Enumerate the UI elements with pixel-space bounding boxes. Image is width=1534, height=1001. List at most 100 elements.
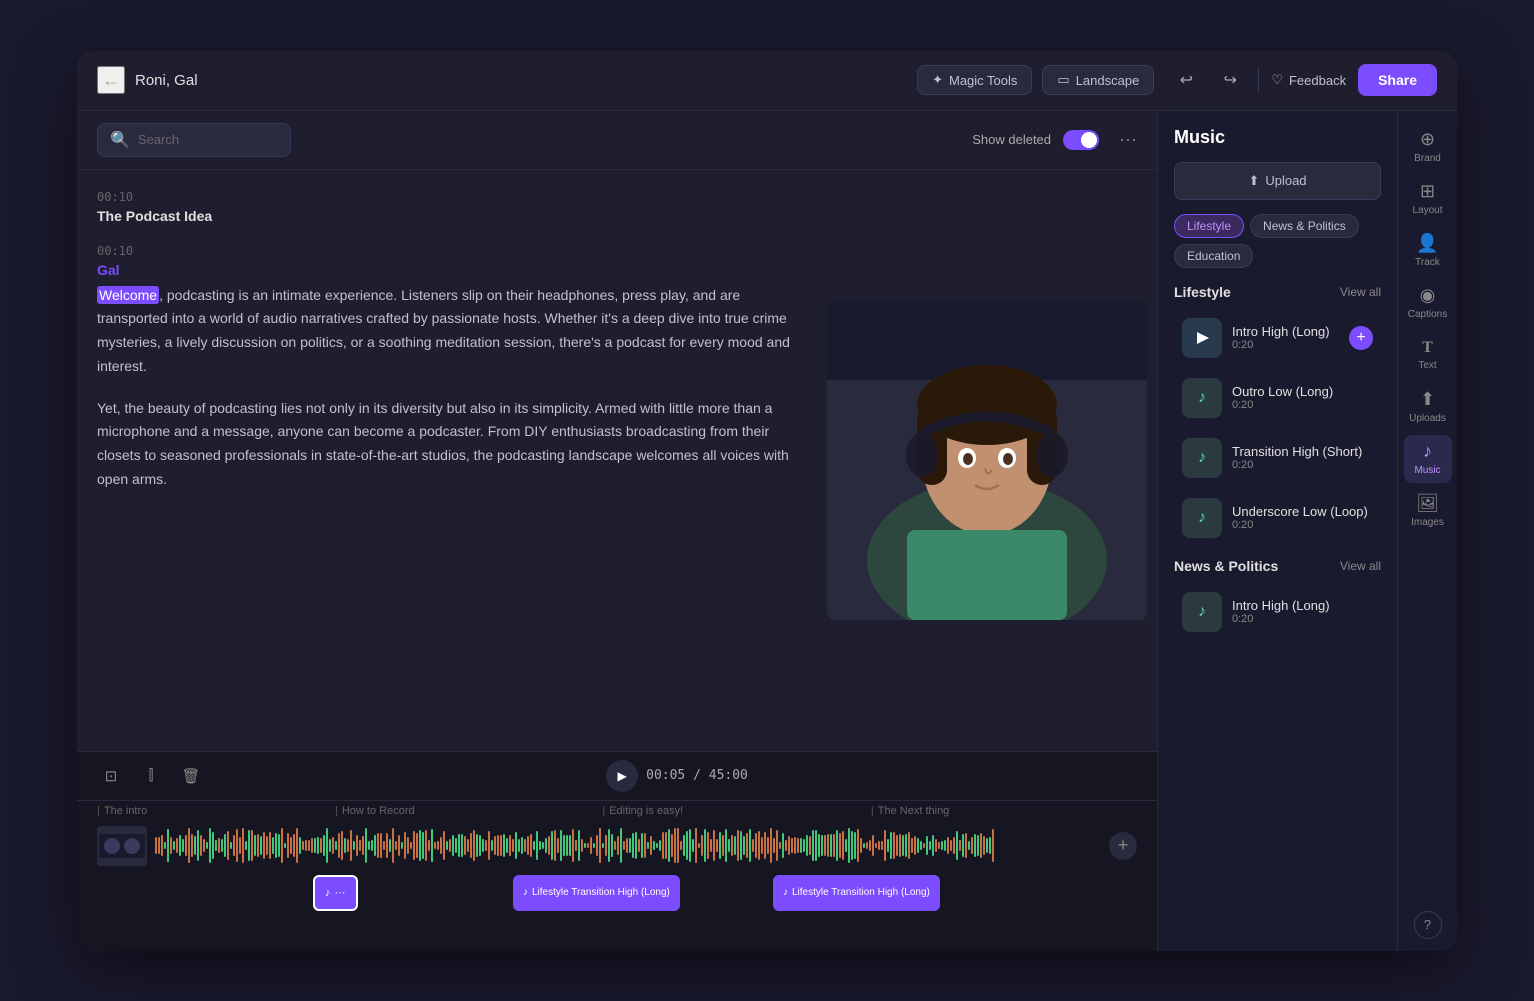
- music-clip-2[interactable]: ♪ Lifestyle Transition High (Long): [773, 875, 940, 911]
- track-name-3: Transition High (Short): [1232, 444, 1373, 459]
- music-label: Music: [1414, 465, 1440, 476]
- highlighted-word: Welcome: [97, 286, 159, 304]
- music-tool[interactable]: ♪ Music: [1404, 435, 1452, 483]
- captions-tool[interactable]: ◉ Captions: [1404, 279, 1452, 327]
- transcript-video-area: 00:10 The Podcast Idea 00:10 Gal Welcome…: [77, 170, 1157, 751]
- app-header: ← Roni, Gal ✦ Magic Tools ▭ Landscape ↩ …: [77, 51, 1457, 111]
- track-name-1: Intro High (Long): [1232, 324, 1339, 339]
- magic-tools-button[interactable]: ✦ Magic Tools: [917, 65, 1032, 95]
- right-sidebar: Music ⬆ Upload Lifestyle News & Politics…: [1157, 111, 1457, 951]
- news-view-all[interactable]: View all: [1340, 559, 1381, 573]
- news-section-title: News & Politics: [1174, 558, 1278, 574]
- share-button[interactable]: Share: [1358, 64, 1437, 96]
- category-lifestyle[interactable]: Lifestyle: [1174, 214, 1244, 238]
- lifestyle-view-all[interactable]: View all: [1340, 285, 1381, 299]
- play-button[interactable]: ▶: [606, 760, 638, 792]
- music-clip-active[interactable]: ♪ ···: [313, 875, 358, 911]
- transcript-body-1: , podcasting is an intimate experience. …: [97, 287, 790, 374]
- project-title: Roni, Gal: [135, 72, 198, 89]
- lifestyle-section-title: Lifestyle: [1174, 284, 1231, 300]
- panel-title: Music: [1174, 127, 1381, 148]
- captions-label: Captions: [1408, 309, 1447, 320]
- waveform-area: + ♪ ··· ♪ Lifestyle Transition: [77, 821, 1157, 951]
- category-tabs: Lifestyle News & Politics Education: [1174, 214, 1381, 268]
- help-button[interactable]: ?: [1414, 911, 1442, 939]
- uploads-label: Uploads: [1409, 413, 1446, 424]
- chapter-item-3: | Editing is easy!: [602, 805, 683, 817]
- track-music-icon-4: ♪: [1182, 498, 1222, 538]
- header-right: ↩ ↪ ♡ Feedback Share: [1170, 64, 1437, 96]
- transcript-text: Welcome, podcasting is an intimate exper…: [97, 284, 797, 379]
- brand-label: Brand: [1414, 153, 1441, 164]
- play-control: ▶ 00:05 / 45:00: [217, 760, 1137, 792]
- category-news-politics[interactable]: News & Politics: [1250, 214, 1359, 238]
- news-track-name-1: Intro High (Long): [1232, 598, 1373, 613]
- news-track-item-1[interactable]: ♪ Intro High (Long) 0:20: [1174, 584, 1381, 640]
- landscape-icon: ▭: [1057, 72, 1069, 88]
- header-left: ← Roni, Gal: [97, 66, 901, 94]
- images-tool[interactable]: 🖼 Images: [1404, 487, 1452, 535]
- track-item-4[interactable]: ♪ Underscore Low (Loop) 0:20: [1174, 490, 1381, 546]
- video-preview: [827, 300, 1147, 620]
- track-item-2[interactable]: ♪ Outro Low (Long) 0:20: [1174, 370, 1381, 426]
- music-note-icon-2: ♪: [783, 887, 788, 898]
- track-name-4: Underscore Low (Loop): [1232, 504, 1373, 519]
- news-section-header: News & Politics View all: [1174, 558, 1381, 574]
- undo-button[interactable]: ↩: [1170, 64, 1202, 96]
- track-thumb-image: [97, 826, 147, 866]
- music-note-icon: ♪: [325, 887, 331, 899]
- music-icon: ♪: [1423, 441, 1432, 462]
- timeline-controls: ⊡ ⫿ 🗑 ▶ 00:05 / 45:00: [77, 752, 1157, 801]
- add-track-1[interactable]: +: [1349, 326, 1373, 350]
- header-divider: [1258, 68, 1259, 92]
- delete-icon-button[interactable]: 🗑: [177, 762, 205, 790]
- music-clip-1[interactable]: ♪ Lifestyle Transition High (Long): [513, 875, 680, 911]
- header-center: ✦ Magic Tools ▭ Landscape: [917, 65, 1154, 95]
- category-education[interactable]: Education: [1174, 244, 1253, 268]
- track-duration-4: 0:20: [1232, 519, 1373, 531]
- main-waveform-track: +: [97, 821, 1137, 871]
- chapter-label-2: How to Record: [342, 805, 415, 817]
- track-icon: 👤: [1416, 233, 1438, 254]
- chapter-bar: | The intro | How to Record | Editing is…: [77, 801, 1157, 821]
- brand-icon: ⊕: [1420, 129, 1435, 150]
- text-label: Text: [1418, 360, 1436, 371]
- text-tool[interactable]: T Text: [1404, 331, 1452, 379]
- uploads-icon: ⬆: [1420, 389, 1435, 410]
- track-duration-3: 0:20: [1232, 459, 1373, 471]
- brand-tool[interactable]: ⊕ Brand: [1404, 123, 1452, 171]
- music-note-icon-1: ♪: [523, 887, 528, 898]
- chapter-item-1: | The intro: [97, 805, 147, 817]
- scene-icon-button[interactable]: ⊡: [97, 762, 125, 790]
- track-item-3[interactable]: ♪ Transition High (Short) 0:20: [1174, 430, 1381, 486]
- timestamp-1: 00:10: [97, 190, 797, 204]
- layout-tool[interactable]: ⊞ Layout: [1404, 175, 1452, 223]
- track-tool[interactable]: 👤 Track: [1404, 227, 1452, 275]
- editor-area: 🔍 Show deleted ··· 00:10 The Podcast Ide…: [77, 111, 1157, 951]
- more-options-button[interactable]: ···: [1119, 129, 1137, 150]
- feedback-button[interactable]: ♡ Feedback: [1271, 72, 1346, 88]
- track-label: Track: [1415, 257, 1440, 268]
- track-item-1[interactable]: Intro High (Long) 0:20 +: [1174, 310, 1381, 366]
- track-music-icon-3: ♪: [1182, 438, 1222, 478]
- add-track-button[interactable]: +: [1109, 832, 1137, 860]
- upload-button[interactable]: ⬆ Upload: [1174, 162, 1381, 200]
- track-play-button-1[interactable]: [1182, 318, 1222, 358]
- news-track-info-1: Intro High (Long) 0:20: [1232, 598, 1373, 625]
- chapter-label-4: The Next thing: [878, 805, 950, 817]
- search-input[interactable]: [138, 132, 278, 147]
- track-info-4: Underscore Low (Loop) 0:20: [1232, 504, 1373, 531]
- landscape-button[interactable]: ▭ Landscape: [1042, 65, 1154, 95]
- uploads-tool[interactable]: ⬆ Uploads: [1404, 383, 1452, 431]
- back-button[interactable]: ←: [97, 66, 125, 94]
- search-icon: 🔍: [110, 130, 130, 150]
- show-deleted-toggle[interactable]: [1063, 130, 1099, 150]
- transcript-entry-1: 00:10 The Podcast Idea: [97, 190, 797, 224]
- redo-button[interactable]: ↪: [1214, 64, 1246, 96]
- show-deleted-label: Show deleted: [972, 132, 1051, 147]
- transcript-body-2: Yet, the beauty of podcasting lies not o…: [97, 397, 797, 492]
- music-panel: Music ⬆ Upload Lifestyle News & Politics…: [1158, 111, 1397, 951]
- split-icon-button[interactable]: ⫿: [137, 762, 165, 790]
- news-track-duration-1: 0:20: [1232, 613, 1373, 625]
- search-box[interactable]: 🔍: [97, 123, 291, 157]
